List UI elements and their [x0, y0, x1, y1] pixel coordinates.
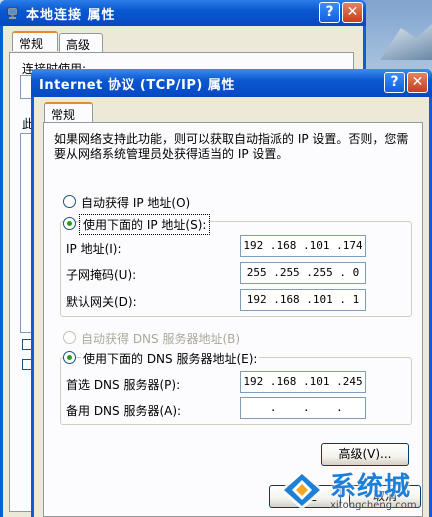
back-titlebar[interactable]: 本地连接 属性 ? ✕	[0, 0, 366, 26]
network-connection-icon	[7, 7, 18, 19]
manual-dns-label[interactable]: 使用下面的 DNS 服务器地址(E):	[81, 350, 260, 367]
manual-ip-radio[interactable]	[63, 217, 76, 230]
default-gateway-field[interactable]: 192 .168 .101 . 1	[240, 289, 366, 311]
auto-ip-label[interactable]: 自动获得 IP 地址(O)	[81, 194, 190, 211]
subnet-mask-field[interactable]: 255 .255 .255 . 0	[240, 262, 366, 284]
ip-address-label: IP 地址(I):	[66, 242, 122, 256]
manual-dns-radio[interactable]	[63, 351, 76, 364]
back-tab-advanced[interactable]: 高级	[59, 33, 103, 53]
advanced-button[interactable]: 高级(V)...	[321, 443, 409, 466]
back-help-button[interactable]: ?	[319, 2, 340, 23]
alternate-dns-field[interactable]: . . .	[240, 397, 366, 419]
dialog-titlebar[interactable]: Internet 协议 (TCP/IP) 属性 ? ✕	[31, 69, 432, 97]
preferred-dns-field[interactable]: 192 .168 .101 .245	[240, 371, 366, 393]
preferred-dns-label: 首选 DNS 服务器(P):	[66, 378, 181, 392]
tcpip-properties-dialog: Internet 协议 (TCP/IP) 属性 ? ✕ 常规 如果网络支持此功能…	[31, 69, 432, 517]
alternate-dns-label: 备用 DNS 服务器(A):	[66, 404, 182, 418]
back-window-title: 本地连接 属性	[26, 8, 116, 23]
watermark-url: xitongcheng.com	[330, 500, 417, 511]
watermark-logo-icon	[280, 470, 324, 510]
tab-general[interactable]: 常规	[44, 102, 93, 122]
default-gateway-label: 默认网关(D):	[66, 295, 137, 309]
back-tab-general[interactable]: 常规	[12, 31, 58, 51]
back-close-button[interactable]: ✕	[342, 2, 363, 23]
manual-ip-label[interactable]: 使用下面的 IP 地址(S):	[78, 214, 211, 235]
dialog-title: Internet 协议 (TCP/IP) 属性	[39, 78, 235, 93]
watermark-brand: 系统城	[330, 472, 412, 502]
subnet-mask-label: 子网掩码(U):	[66, 268, 137, 282]
close-button[interactable]: ✕	[407, 72, 428, 93]
ip-address-field[interactable]: 192 .168 .101 .174	[240, 235, 366, 257]
auto-ip-radio[interactable]	[63, 195, 76, 208]
auto-dns-radio[interactable]	[63, 331, 76, 344]
description-text: 如果网络支持此功能，则可以获取自动指派的 IP 设置。否则，您需要从网络系统管理…	[54, 132, 409, 161]
help-button[interactable]: ?	[384, 72, 405, 93]
auto-dns-label[interactable]: 自动获得 DNS 服务器地址(B)	[81, 330, 240, 347]
